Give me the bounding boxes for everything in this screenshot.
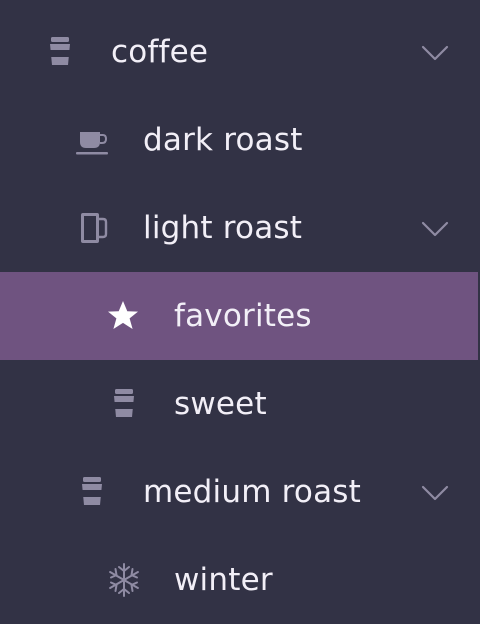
- coffee-tree-nav: coffee dark roast light roast favorites …: [0, 0, 480, 623]
- tree-item-dark-roast[interactable]: dark roast: [0, 96, 478, 184]
- tree-item-label: winter: [174, 562, 273, 598]
- tree-item-label: medium roast: [143, 474, 361, 510]
- snowflake-icon: [106, 562, 142, 598]
- tree-item-label: favorites: [174, 298, 312, 334]
- tree-item-coffee[interactable]: coffee: [0, 8, 478, 96]
- takeaway-cup-icon: [106, 386, 142, 422]
- chevron-down-icon[interactable]: [418, 477, 452, 507]
- chevron-down-icon[interactable]: [418, 37, 452, 67]
- tree-item-light-roast[interactable]: light roast: [0, 184, 478, 272]
- tree-item-favorites[interactable]: favorites: [0, 272, 478, 360]
- tree-item-label: light roast: [143, 210, 303, 246]
- takeaway-cup-icon: [42, 34, 78, 70]
- tree-item-winter[interactable]: winter: [0, 536, 478, 624]
- chevron-down-icon[interactable]: [418, 213, 452, 243]
- takeaway-cup-icon: [74, 474, 110, 510]
- mug-icon: [74, 210, 110, 246]
- coffee-cup-saucer-icon: [74, 122, 110, 158]
- tree-item-label: dark roast: [143, 122, 303, 158]
- tree-item-label: coffee: [111, 34, 209, 70]
- tree-item-medium-roast[interactable]: medium roast: [0, 448, 478, 536]
- tree-item-sweet[interactable]: sweet: [0, 360, 478, 448]
- tree-item-label: sweet: [174, 386, 267, 422]
- star-icon: [105, 298, 141, 334]
